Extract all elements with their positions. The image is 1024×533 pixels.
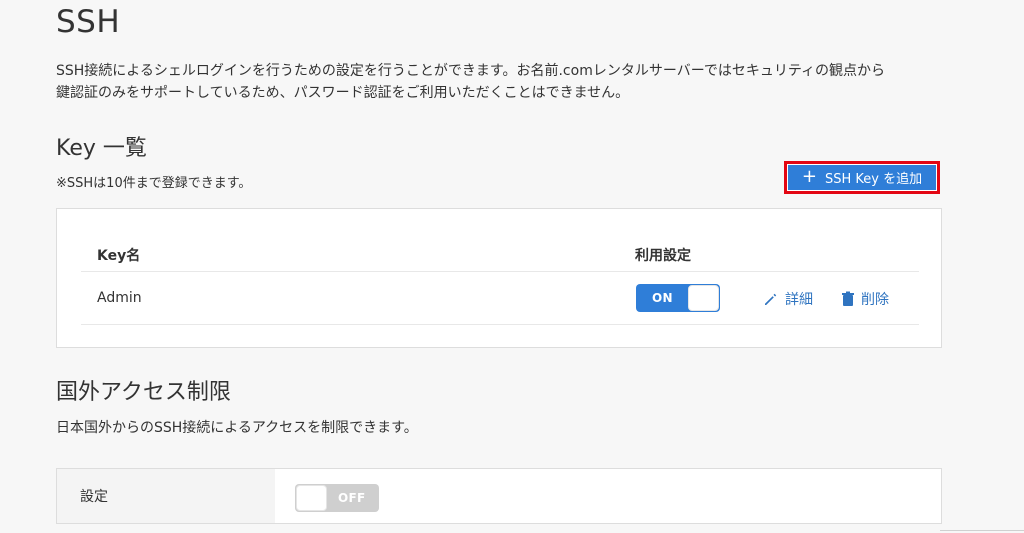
toggle-off-label: OFF (338, 491, 366, 505)
pencil-icon (763, 291, 779, 307)
foreign-access-title: 国外アクセス制限 (56, 380, 231, 405)
page-divider (940, 530, 1024, 531)
column-header-usage-setting: 利用設定 (635, 248, 691, 264)
toggle-on-label: ON (652, 291, 673, 305)
toggle-knob (296, 485, 327, 511)
page-description-line-1: SSH接続によるシェルログインを行うための設定を行うことができます。お名前.co… (56, 63, 886, 79)
foreign-access-toggle[interactable]: OFF (295, 484, 379, 512)
ssh-key-table-panel: Key名 利用設定 Admin ON 詳細 削除 (56, 208, 942, 348)
foreign-access-setting-panel: 設定 OFF (56, 468, 942, 524)
detail-button[interactable]: 詳細 (763, 289, 813, 309)
setting-label: 設定 (80, 489, 108, 505)
key-list-title: Key 一覧 (56, 136, 147, 161)
detail-label: 詳細 (785, 292, 813, 308)
key-limit-note: ※SSHは10件まで登録できます。 (56, 176, 252, 191)
delete-label: 削除 (861, 292, 889, 308)
trash-icon (841, 291, 855, 307)
add-ssh-key-button-body[interactable]: + SSH Key を追加 (788, 165, 936, 190)
key-usage-toggle[interactable]: ON (636, 284, 720, 312)
table-row-divider (81, 324, 919, 325)
add-ssh-key-button[interactable]: + SSH Key を追加 (784, 161, 940, 194)
foreign-access-description: 日本国外からのSSH接続によるアクセスを制限できます。 (56, 420, 418, 436)
setting-label-area: 設定 (57, 469, 275, 523)
plus-icon: + (801, 166, 817, 187)
page-description-line-2: 鍵認証のみをサポートしているため、パスワード認証をご利用いただくことはできません… (56, 85, 630, 101)
add-ssh-key-label: SSH Key を追加 (824, 172, 923, 187)
key-name-cell: Admin (97, 290, 142, 306)
page-description: SSH接続によるシェルログインを行うための設定を行うことができます。お名前.co… (56, 60, 956, 104)
table-header-divider (81, 271, 919, 272)
column-header-key-name: Key名 (97, 248, 141, 264)
delete-button[interactable]: 削除 (841, 289, 889, 309)
ssh-settings-page: SSH SSH接続によるシェルログインを行うための設定を行うことができます。お名… (0, 0, 1024, 533)
toggle-knob (688, 285, 719, 311)
page-title: SSH (56, 4, 121, 40)
